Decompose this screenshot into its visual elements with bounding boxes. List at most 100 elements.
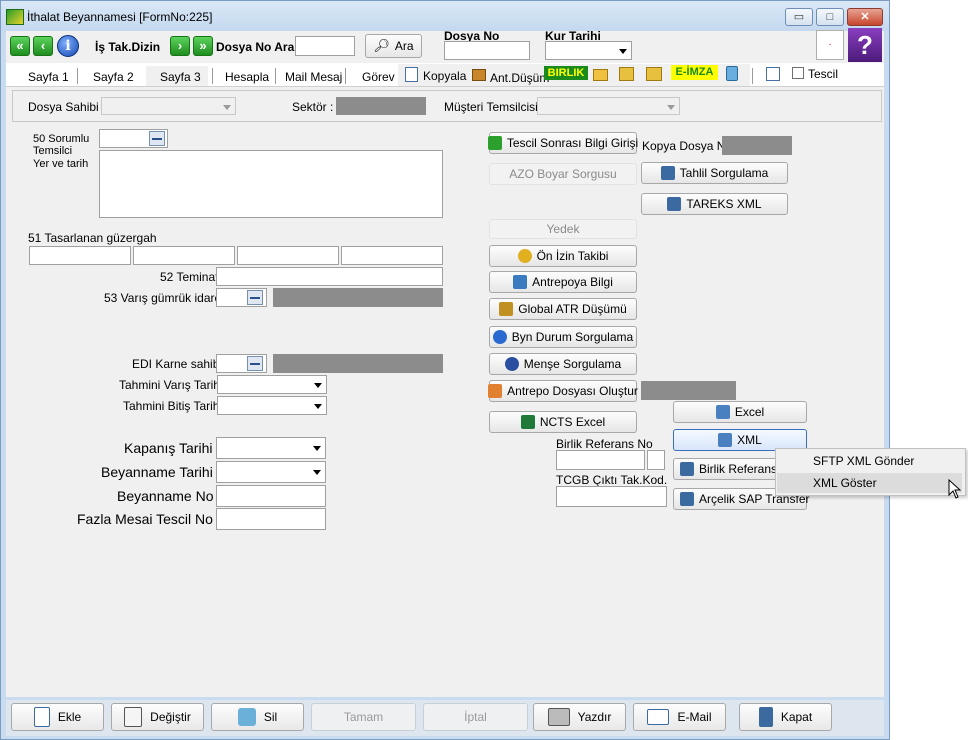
tescil-sonrasi-button[interactable]: Tescil Sonrası Bilgi Girişi bbox=[487, 132, 638, 154]
next-record-button[interactable]: › bbox=[170, 36, 190, 56]
tescil-label: Tescil bbox=[808, 67, 839, 81]
fazla-mesai-input[interactable] bbox=[216, 508, 326, 530]
tab-sayfa-1[interactable]: Sayfa 1 bbox=[28, 70, 69, 84]
upload-icon bbox=[680, 462, 694, 476]
antrepo-dosyasi-label: Antrepo Dosyası Oluştur bbox=[507, 384, 638, 398]
kur-tarihi-select[interactable] bbox=[545, 41, 632, 60]
beyanname-tarihi-select[interactable] bbox=[216, 461, 326, 483]
yazdir-button[interactable]: Yazdır bbox=[533, 703, 626, 731]
folder-icon[interactable] bbox=[593, 69, 608, 81]
antrepoya-bilgi-button[interactable]: Antrepoya Bilgi bbox=[489, 271, 637, 293]
first-record-button[interactable]: « bbox=[10, 36, 30, 56]
degistir-button[interactable]: Değiştir bbox=[111, 703, 204, 731]
sektor-label: Sektör : bbox=[292, 100, 334, 114]
dropdown-arrow-icon bbox=[313, 446, 321, 451]
minimize-button[interactable]: ▭ bbox=[785, 8, 813, 26]
yer-ve-tarih-textarea[interactable] bbox=[99, 150, 443, 218]
beyanname-no-label: Beyanname No bbox=[117, 488, 214, 504]
on-izin-button[interactable]: Ön İzin Takibi bbox=[489, 245, 637, 267]
lookup-button[interactable] bbox=[247, 290, 263, 305]
download-folder-icon[interactable] bbox=[646, 67, 662, 81]
preview-icon[interactable] bbox=[766, 67, 780, 81]
edi-karne-label: EDI Karne sahibi bbox=[132, 357, 223, 371]
question-icon bbox=[492, 330, 507, 344]
byn-durum-button[interactable]: Byn Durum Sorgulama bbox=[489, 326, 637, 348]
global-atr-button[interactable]: Global ATR Düşümü bbox=[489, 298, 637, 320]
tab-sayfa-3[interactable]: Sayfa 3 bbox=[160, 70, 201, 84]
yazdir-label: Yazdır bbox=[577, 710, 612, 724]
mense-label: Menşe Sorgulama bbox=[523, 357, 622, 371]
last-record-button[interactable]: » bbox=[193, 36, 213, 56]
beyanname-no-input[interactable] bbox=[216, 485, 326, 507]
usb-key-icon[interactable] bbox=[726, 66, 738, 81]
ant-dusum-button[interactable]: Ant.Düşüm bbox=[490, 71, 549, 85]
ekle-button[interactable]: Ekle bbox=[11, 703, 104, 731]
prev-record-button[interactable]: ‹ bbox=[33, 36, 53, 56]
upload-folder-icon[interactable] bbox=[619, 67, 634, 81]
guzergah-input-2[interactable] bbox=[133, 246, 235, 265]
tahlil-sorgulama-button[interactable]: Tahlil Sorgulama bbox=[641, 162, 788, 184]
tab-gorev[interactable]: Görev bbox=[362, 70, 395, 84]
dropdown-arrow-icon bbox=[619, 49, 627, 54]
sil-button[interactable]: Sil bbox=[211, 703, 304, 731]
dosya-no-input[interactable] bbox=[444, 41, 530, 60]
degistir-label: Değiştir bbox=[150, 710, 191, 724]
dropdown-arrow-icon bbox=[667, 105, 675, 110]
tab-mail-mesaj[interactable]: Mail Mesaj bbox=[285, 70, 342, 84]
antrepo-dosyasi-field bbox=[641, 381, 736, 400]
tasarlanan-guzergah-label: 51 Tasarlanan güzergah bbox=[28, 231, 157, 245]
printer-icon bbox=[547, 708, 570, 726]
yer-ve-tarih-label: Yer ve tarih bbox=[33, 158, 89, 170]
tescil-checkbox[interactable] bbox=[792, 67, 804, 79]
global-atr-label: Global ATR Düşümü bbox=[518, 302, 627, 316]
guzergah-input-1[interactable] bbox=[29, 246, 131, 265]
lookup-button[interactable] bbox=[149, 131, 165, 146]
tahmini-bitis-select[interactable] bbox=[217, 396, 327, 415]
sorumlu-temsilci-label-2: Temsilci bbox=[33, 145, 73, 157]
kapat-button[interactable]: Kapat bbox=[739, 703, 832, 731]
ncts-excel-button[interactable]: NCTS Excel bbox=[489, 411, 637, 433]
maximize-button[interactable]: □ bbox=[816, 8, 844, 26]
tab-hesapla[interactable]: Hesapla bbox=[225, 70, 269, 84]
info-button[interactable]: i bbox=[57, 35, 79, 57]
list-icon bbox=[250, 363, 260, 365]
lookup-button[interactable] bbox=[247, 356, 263, 371]
menu-item-sftp-xml-gonder[interactable]: SFTP XML Gönder bbox=[777, 451, 962, 471]
upload-icon bbox=[680, 492, 694, 506]
birlik-referans-extra-input[interactable] bbox=[647, 450, 665, 470]
tab-sayfa-2[interactable]: Sayfa 2 bbox=[93, 70, 134, 84]
birlik-button[interactable]: BIRLIK bbox=[544, 66, 588, 80]
kopyala-button[interactable]: Kopyala bbox=[423, 69, 466, 83]
tareks-xml-button[interactable]: TAREKS XML bbox=[641, 193, 788, 215]
email-button[interactable]: E-Mail bbox=[633, 703, 726, 731]
excel-label: Excel bbox=[734, 405, 765, 419]
musteri-temsilcisi-select[interactable] bbox=[537, 97, 680, 115]
transfer-icon bbox=[715, 405, 730, 419]
dosya-sahibi-select[interactable] bbox=[101, 97, 236, 115]
mense-button[interactable]: Menşe Sorgulama bbox=[489, 353, 637, 375]
edit-icon bbox=[124, 707, 143, 727]
chevron-left-icon: ‹ bbox=[40, 38, 46, 53]
guzergah-input-4[interactable] bbox=[341, 246, 443, 265]
tahmini-varis-select[interactable] bbox=[217, 375, 327, 394]
excel-button[interactable]: Excel bbox=[673, 401, 807, 423]
create-file-icon bbox=[488, 384, 503, 398]
antrepo-dosyasi-button[interactable]: Antrepo Dosyası Oluştur bbox=[488, 380, 638, 402]
dropdown-arrow-icon bbox=[314, 383, 322, 388]
menu-item-xml-goster[interactable]: XML Göster bbox=[777, 473, 962, 493]
teminat-input[interactable] bbox=[216, 267, 443, 286]
app-icon bbox=[6, 9, 24, 25]
tab-separator bbox=[345, 68, 346, 84]
exit-door-icon bbox=[758, 707, 773, 727]
tcgb-cikti-input[interactable] bbox=[556, 486, 667, 507]
close-button[interactable]: ✕ bbox=[847, 8, 883, 26]
help-button[interactable]: ? bbox=[848, 28, 882, 62]
birlik-referans-no-label: Birlik Referans No bbox=[556, 437, 653, 451]
birlik-referans-no-input[interactable] bbox=[556, 450, 645, 470]
e-imza-button[interactable]: E-İMZA bbox=[671, 65, 718, 80]
ara-button[interactable]: 🔎︎ Ara bbox=[365, 34, 422, 58]
kapanis-tarihi-select[interactable] bbox=[216, 437, 326, 459]
dosya-no-ara-input[interactable] bbox=[295, 36, 355, 56]
guzergah-input-3[interactable] bbox=[237, 246, 339, 265]
tab-separator bbox=[752, 68, 753, 84]
